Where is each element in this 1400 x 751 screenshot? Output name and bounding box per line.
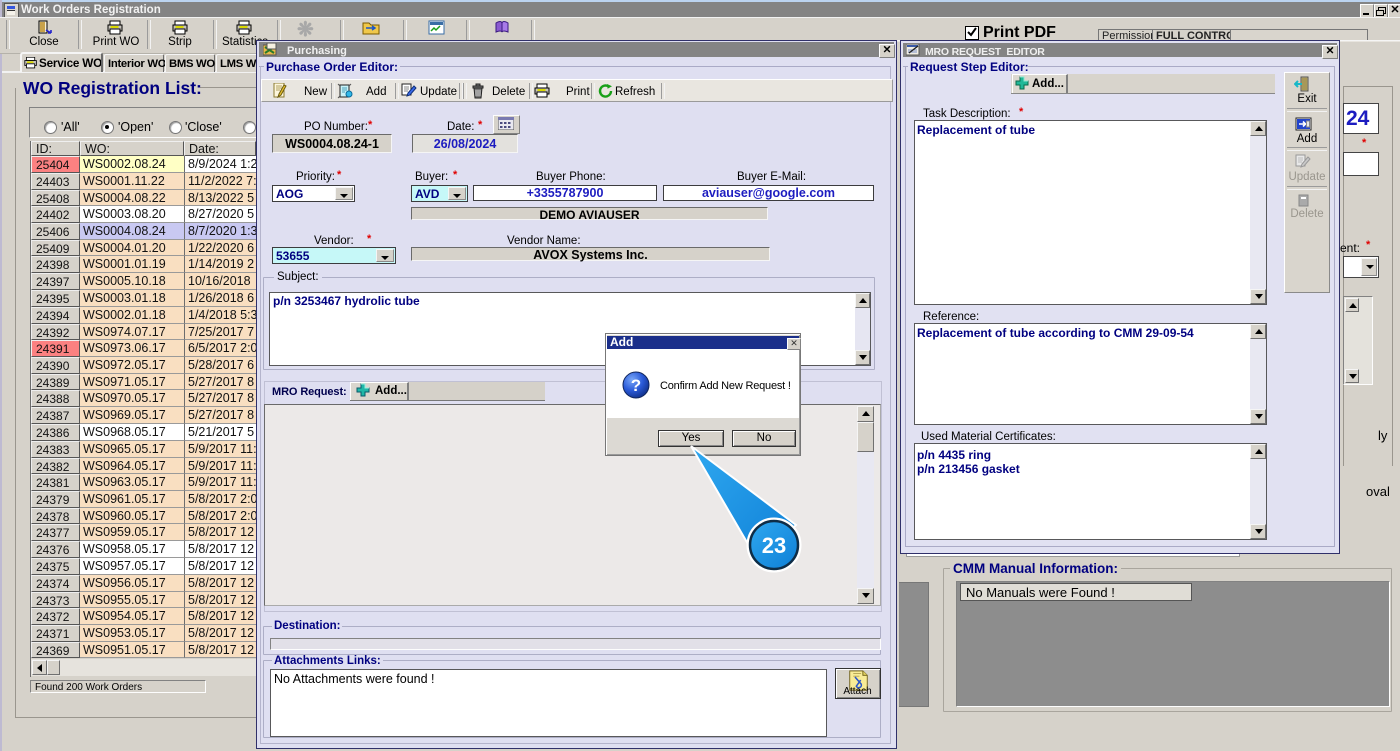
svg-text:23: 23: [762, 533, 786, 558]
svg-text:?: ?: [631, 376, 641, 395]
